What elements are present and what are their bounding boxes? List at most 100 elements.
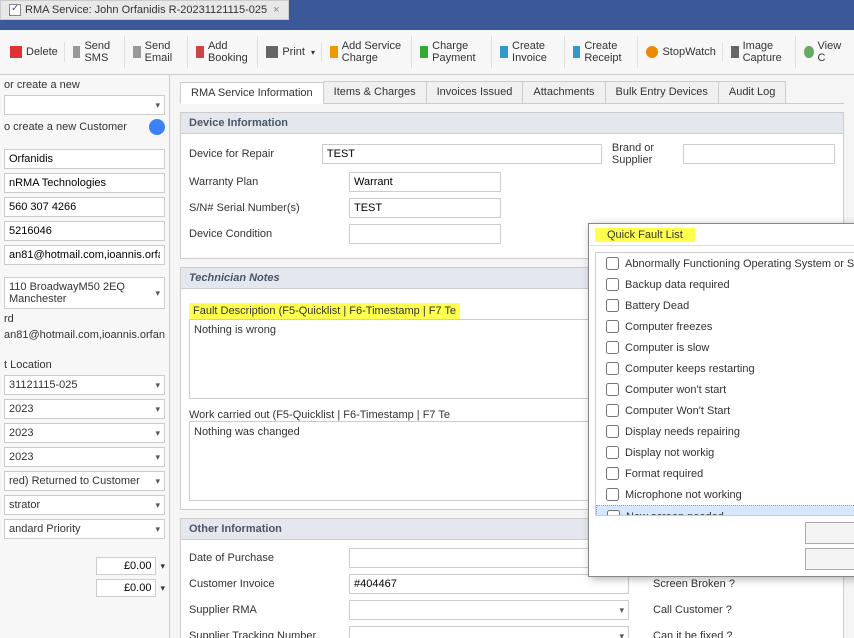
fault-item-label: Computer Won't Start [625,405,730,417]
fault-item-label: Battery Dead [625,300,689,312]
srma-input[interactable] [349,600,629,620]
stopwatch-button[interactable]: StopWatch [640,42,722,62]
ok-button[interactable]: OK [805,522,854,544]
tab-invoices[interactable]: Invoices Issued [426,81,524,103]
fault-checkbox[interactable] [606,278,619,291]
user-field[interactable]: strator [4,495,165,515]
fault-list-item[interactable]: Battery Dead [596,295,854,316]
condition-input[interactable] [349,224,501,244]
ci-input[interactable] [349,574,629,594]
add-service-charge-button[interactable]: Add Service Charge [324,36,412,68]
add-booking-button[interactable]: Add Booking [190,36,259,68]
emails-input[interactable] [4,245,165,265]
fault-list-item[interactable]: Display not workig [596,442,854,463]
image-capture-button[interactable]: Image Capture [725,36,796,68]
fault-checkbox[interactable] [606,341,619,354]
invoice-icon [500,46,508,58]
fault-checkbox[interactable] [606,425,619,438]
sn-input[interactable] [349,198,501,218]
dop-input[interactable] [349,548,629,568]
quick-fault-list-modal: Quick Fault List × Abnormally Functionin… [588,223,854,577]
postcode-input[interactable] [4,221,165,241]
fault-checkbox[interactable] [606,257,619,270]
fault-list-item[interactable]: Computer freezes [596,316,854,337]
left-pane: or create a new o create a new Customer … [0,75,170,638]
create-dropdown[interactable] [4,95,165,115]
date1-field[interactable]: 2023 [4,399,165,419]
fault-checkbox[interactable] [606,299,619,312]
priority-field[interactable]: andard Priority [4,519,165,539]
fault-checkbox[interactable] [606,383,619,396]
tab-items-charges[interactable]: Items & Charges [323,81,427,103]
fault-list-item[interactable]: Computer Won't Start [596,400,854,421]
fault-checkbox[interactable] [606,404,619,417]
tab-rma-info[interactable]: RMA Service Information [180,82,324,104]
fault-checkbox[interactable] [606,467,619,480]
device-input[interactable] [322,144,602,164]
right-pane: RMA Service Information Items & Charges … [170,75,854,638]
delete-icon [10,46,22,58]
ci-label: Customer Invoice [189,578,349,590]
brand-input[interactable] [683,144,835,164]
rma-no-field[interactable]: 31121115-025 [4,375,165,395]
fault-label: Fault Description (F5-Quicklist | F6-Tim… [189,303,460,319]
money2-input[interactable] [96,579,156,597]
fault-checkbox[interactable] [606,446,619,459]
fault-list-item[interactable]: Microphone not working [596,484,854,505]
tab-attachments[interactable]: Attachments [522,81,605,103]
document-tab[interactable]: RMA Service: John Orfanidis R-2023112111… [0,0,289,20]
fault-item-label: Computer freezes [625,321,712,333]
fault-list-item[interactable]: New screen needed [596,505,854,516]
fault-item-label: Microphone not working [625,489,742,501]
date2-field[interactable]: 2023 [4,423,165,443]
fault-item-label: Computer won't start [625,384,726,396]
fault-list-item[interactable]: Computer keeps restarting [596,358,854,379]
fault-list-item[interactable]: Computer won't start [596,379,854,400]
company-input[interactable] [4,173,165,193]
delete-button[interactable]: Delete [4,42,65,62]
device-info-header: Device Information [180,112,844,134]
fault-list-item[interactable]: Backup data required [596,274,854,295]
money1-input[interactable] [96,557,156,575]
fault-list-item[interactable]: Display needs repairing [596,421,854,442]
address-input[interactable]: 110 BroadwayM50 2EQ Manchester [4,277,165,309]
customer-name-input[interactable] [4,149,165,169]
create-invoice-button[interactable]: Create Invoice [494,36,564,68]
stopwatch-icon [646,46,658,58]
status-field[interactable]: red) Returned to Customer [4,471,165,491]
view-c-button[interactable]: View C [798,36,850,68]
fault-checkbox[interactable] [607,510,620,516]
date3-field[interactable]: 2023 [4,447,165,467]
emails2: an81@hotmail.com,ioannis.orfanidis@gmail [4,329,165,341]
charge-payment-button[interactable]: Charge Payment [414,36,492,68]
location-label: t Location [4,359,165,371]
person-icon [804,46,813,58]
create-receipt-button[interactable]: Create Receipt [567,36,639,68]
close-tab-icon[interactable]: × [273,4,279,16]
device-label: Device for Repair [189,148,322,160]
fault-checkbox[interactable] [606,362,619,375]
fault-listbox[interactable]: Abnormally Functioning Operating System … [595,252,854,516]
phone-input[interactable] [4,197,165,217]
ribbon-top: RMA Service: John Orfanidis R-2023112111… [0,0,854,20]
fault-checkbox[interactable] [606,488,619,501]
ribbon-spacer [0,20,854,30]
tab-audit-log[interactable]: Audit Log [718,81,786,103]
stn-input[interactable] [349,626,629,638]
tab-bulk-entry[interactable]: Bulk Entry Devices [605,81,719,103]
fault-list-item[interactable]: Format required [596,463,854,484]
fault-item-label: Backup data required [625,279,730,291]
print-button[interactable]: Print▾ [260,42,322,62]
srma-label: Supplier RMA [189,604,349,616]
fault-checkbox[interactable] [606,320,619,333]
fault-list-item[interactable]: Computer is slow [596,337,854,358]
send-email-button[interactable]: Send Email [127,36,188,68]
add-customer-icon[interactable] [149,119,165,135]
send-sms-button[interactable]: Send SMS [67,36,125,68]
money-caret[interactable]: ▾ [160,561,165,572]
money-caret2[interactable]: ▾ [160,583,165,594]
address2: rd [4,313,165,325]
warranty-input[interactable] [349,172,501,192]
fault-list-item[interactable]: Abnormally Functioning Operating System … [596,253,854,274]
cancel-button[interactable]: Cancel [805,548,854,570]
